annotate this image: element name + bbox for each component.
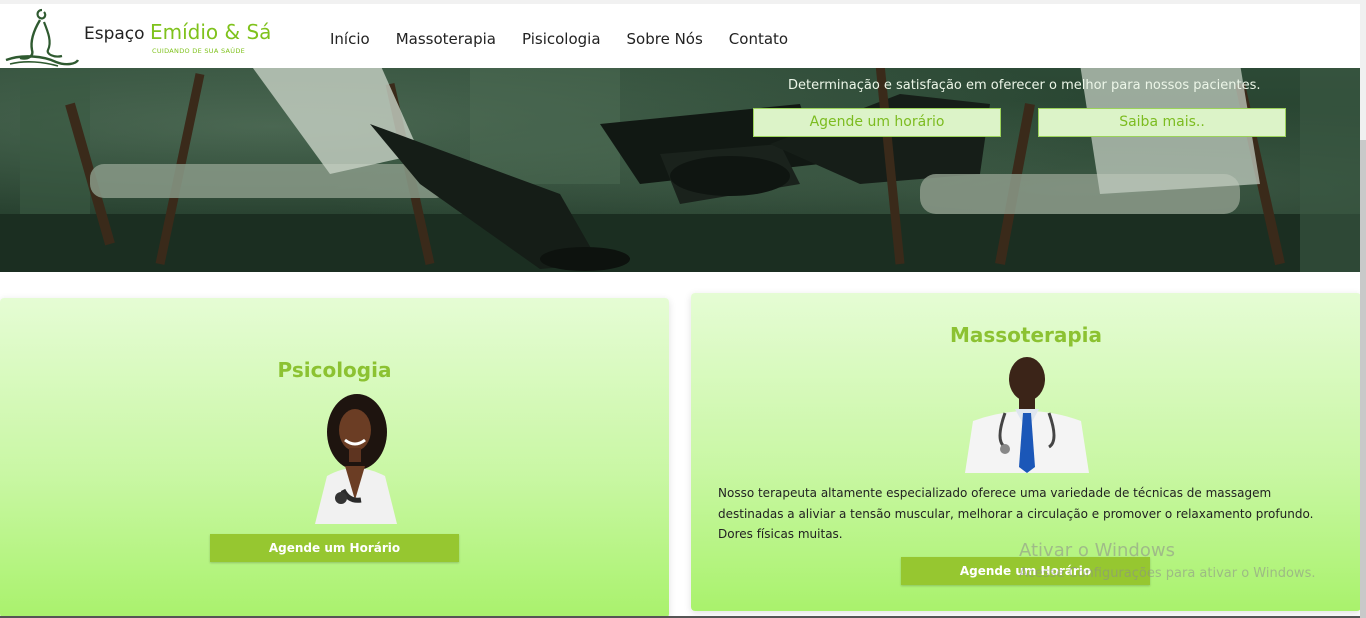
massoterapia-card: Massoterapia Nosso terapeuta altamente e… (691, 293, 1361, 611)
nav-link-inicio[interactable]: Início (330, 30, 370, 48)
schedule-appointment-button[interactable]: Agende um horário (753, 108, 1001, 137)
nav-link-contato[interactable]: Contato (729, 30, 788, 48)
nav-link-psicologia[interactable]: Pisicologia (522, 30, 601, 48)
massoterapia-title: Massoterapia (949, 323, 1103, 347)
brand-name-part1: Espaço (84, 24, 145, 44)
main-nav: Início Massoterapia Pisicologia Sobre Nó… (330, 30, 814, 48)
site-logo[interactable]: Espaço Emídio & Sá CUIDANDO DE SUA SAÚDE (2, 6, 292, 68)
psicologia-card: Psicologia Agende um Horário (0, 298, 669, 618)
hero-therapy-session-image (0, 64, 1362, 272)
page-scrollbar[interactable] (1360, 0, 1366, 618)
female-doctor-portrait-icon (315, 394, 397, 524)
hero-banner: Determinação e satisfação em oferecer o … (0, 64, 1362, 272)
male-doctor-portrait-icon (965, 357, 1089, 473)
psicologia-schedule-button[interactable]: Agende um Horário (210, 534, 459, 562)
massoterapia-description: Nosso terapeuta altamente especializado … (718, 486, 1314, 541)
hero-tagline: Determinação e satisfação em oferecer o … (788, 78, 1261, 93)
windows-activation-subtitle: Acesse Configurações para ativar o Windo… (1019, 566, 1316, 581)
nav-link-sobre-nos[interactable]: Sobre Nós (627, 30, 703, 48)
scrollbar-thumb[interactable] (1360, 140, 1366, 618)
windows-activation-title: Ativar o Windows (1019, 540, 1175, 561)
learn-more-button[interactable]: Saiba mais.. (1038, 108, 1286, 137)
brand-tagline: CUIDANDO DE SUA SAÚDE (152, 47, 246, 55)
brand-name-part2: Emídio & Sá (150, 20, 272, 44)
massage-logo-icon (5, 8, 80, 67)
navbar: Espaço Emídio & Sá CUIDANDO DE SUA SAÚDE… (0, 0, 1366, 68)
nav-link-massoterapia[interactable]: Massoterapia (396, 30, 496, 48)
psicologia-title: Psicologia (277, 358, 392, 382)
